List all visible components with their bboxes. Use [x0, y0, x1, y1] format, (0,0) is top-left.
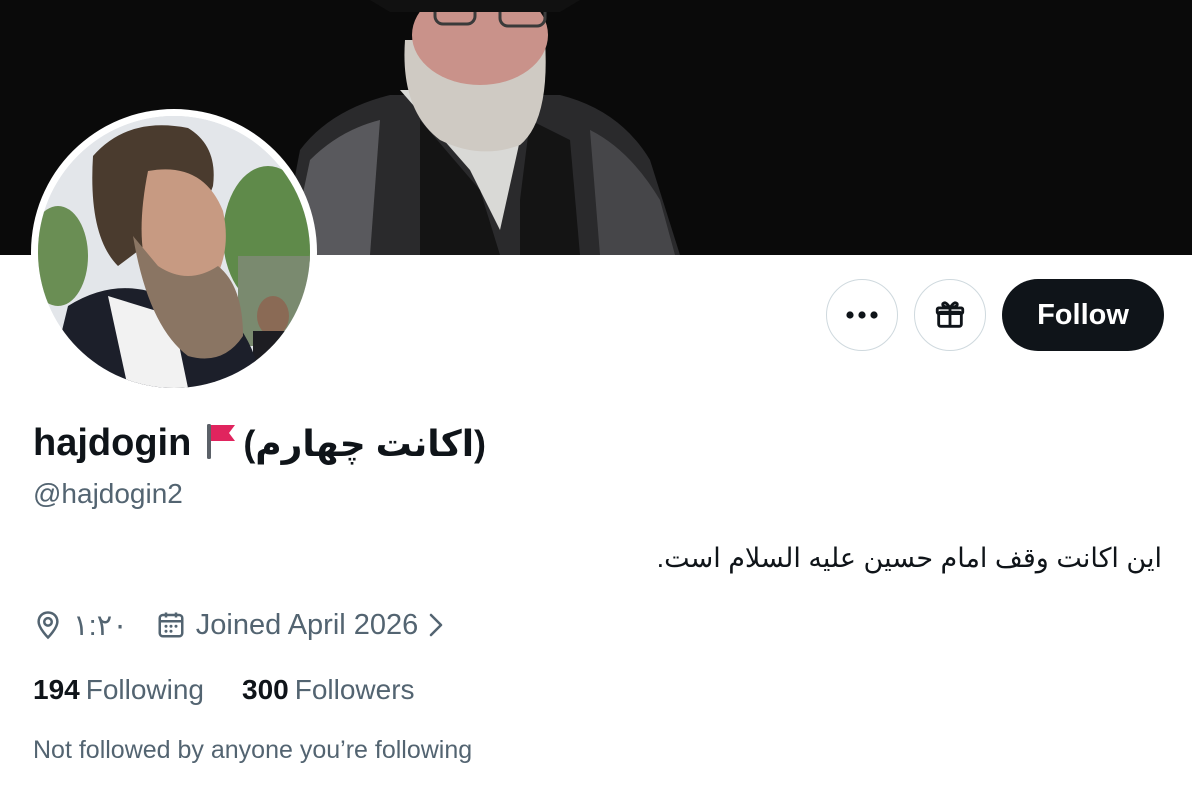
gift-icon	[935, 301, 965, 328]
follow-button[interactable]: Follow	[1002, 279, 1164, 351]
location-pin-icon	[33, 609, 63, 641]
display-name: hajdogin	[33, 422, 192, 464]
gift-button[interactable]	[914, 279, 986, 351]
chevron-right-icon	[428, 612, 444, 638]
followers-label: Followers	[294, 674, 415, 705]
location-text: ۱:۲۰	[73, 609, 128, 642]
more-options-button[interactable]	[826, 279, 898, 351]
handle: @hajdogin2	[33, 478, 183, 509]
location: ۱:۲۰	[33, 608, 128, 643]
profile-meta: ۱:۲۰ Joined April 2026	[33, 603, 444, 647]
display-name-suffix: (اکانت چهارم)	[243, 422, 487, 464]
display-name-row: hajdogin (اکانت چهارم)	[33, 422, 486, 465]
follow-stats: 194 Following 300 Followers	[33, 674, 453, 706]
joined-text: Joined April 2026	[195, 608, 419, 641]
avatar[interactable]	[31, 109, 317, 395]
joined-date[interactable]: Joined April 2026	[156, 609, 445, 642]
avatar-image	[38, 116, 310, 388]
following-label: Following	[85, 674, 204, 705]
not-followed-notice: Not followed by anyone you’re following	[33, 736, 473, 764]
following-count: 194	[33, 674, 80, 705]
calendar-icon	[156, 610, 186, 640]
bio: این اکانت وقف امام حسین علیه السلام است.	[656, 543, 1162, 573]
followers-link[interactable]: 300 Followers	[242, 674, 415, 706]
followers-count: 300	[242, 674, 289, 705]
red-flag-icon	[203, 422, 237, 465]
following-link[interactable]: 194 Following	[33, 674, 204, 706]
more-icon	[846, 311, 878, 319]
